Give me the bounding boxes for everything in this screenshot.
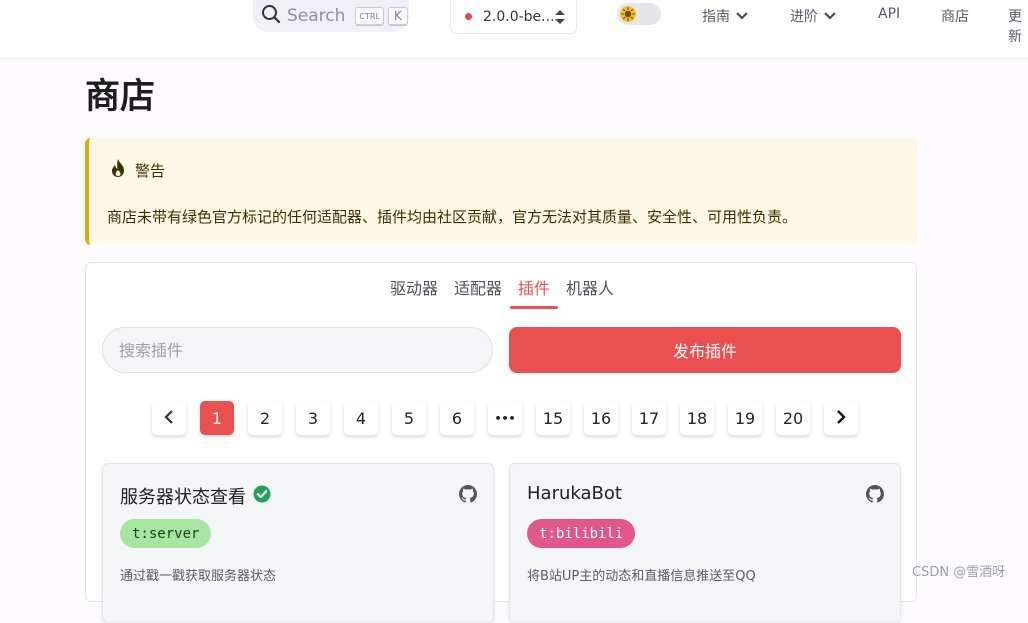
- github-icon[interactable]: [866, 485, 884, 507]
- warning-text: 商店未带有绿色官方标记的任何适配器、插件均由社区贡献，官方无法对其质量、安全性、…: [107, 208, 798, 226]
- nav-advanced-label: 进阶: [790, 9, 818, 25]
- tab-drivers[interactable]: 驱动器: [382, 275, 446, 309]
- nav-store[interactable]: 商店: [941, 6, 969, 26]
- search-label: Search: [287, 6, 346, 26]
- nav-guide-label: 指南: [702, 9, 730, 25]
- search-button[interactable]: Search CTRL K: [253, 0, 409, 32]
- tab-plugins[interactable]: 插件: [510, 275, 559, 309]
- plugin-name: 服务器状态查看: [120, 487, 246, 508]
- page-button-1[interactable]: 1: [200, 401, 234, 435]
- chevron-right-icon: [836, 409, 846, 428]
- page-button-19[interactable]: 19: [728, 401, 762, 435]
- kbd-k: K: [387, 7, 408, 25]
- nav-api-label: API: [878, 6, 901, 22]
- publish-plugin-button[interactable]: 发布插件: [509, 327, 901, 373]
- search-icon: [261, 4, 281, 28]
- page-title: 商店: [85, 77, 156, 117]
- page-button-6[interactable]: 6: [440, 401, 474, 435]
- next-page-button[interactable]: [824, 401, 858, 435]
- warning-admonition: 警告 商店未带有绿色官方标记的任何适配器、插件均由社区贡献，官方无法对其质量、安…: [85, 138, 917, 245]
- theme-toggle[interactable]: [617, 3, 661, 25]
- official-check-icon: [253, 485, 271, 508]
- nav-api[interactable]: API: [878, 6, 900, 22]
- chevron-down-icon: [824, 8, 836, 24]
- chevron-left-icon: [164, 409, 174, 428]
- pagination: 1 2 3 4 5 6 ••• 15 16 17 18 19 20: [152, 401, 858, 435]
- page-button-3[interactable]: 3: [296, 401, 330, 435]
- plugin-tag: t:bilibili: [527, 519, 636, 548]
- store-panel: 驱动器 适配器 插件 机器人 发布插件 1 2 3 4 5 6 ••• 15 1…: [85, 262, 918, 623]
- kbd-ctrl: CTRL: [355, 7, 384, 25]
- nav-store-label: 商店: [941, 9, 969, 25]
- tab-adapters[interactable]: 适配器: [446, 275, 510, 309]
- tab-bots[interactable]: 机器人: [558, 275, 622, 309]
- page-button-17[interactable]: 17: [632, 401, 666, 435]
- watermark: CSDN @雪酒呀: [912, 565, 1006, 580]
- plugin-description: 将B站UP主的动态和直播信息推送至QQ: [527, 569, 756, 584]
- up-down-icon: [554, 8, 566, 30]
- page-button-18[interactable]: 18: [680, 401, 714, 435]
- page-ellipsis-button[interactable]: •••: [488, 401, 522, 435]
- plugin-search-input[interactable]: [102, 327, 493, 373]
- top-navbar: Search CTRL K 2.0.0-be... 指南 进阶 API 商店 更…: [0, 0, 1028, 59]
- store-tabs: 驱动器 适配器 插件 机器人: [86, 275, 918, 309]
- nav-advanced[interactable]: 进阶: [790, 6, 836, 26]
- page-button-20[interactable]: 20: [776, 401, 810, 435]
- page-button-2[interactable]: 2: [248, 401, 282, 435]
- nav-changelog[interactable]: 更新: [1008, 6, 1028, 46]
- warning-title: 警告: [135, 161, 166, 180]
- page-button-5[interactable]: 5: [392, 401, 426, 435]
- chevron-down-icon: [736, 8, 748, 24]
- plugin-card-title: 服务器状态查看: [120, 483, 271, 509]
- page-button-15[interactable]: 15: [536, 401, 570, 435]
- plugin-card[interactable]: HarukaBot t:bilibili 将B站UP主的动态和直播信息推送至QQ: [509, 463, 901, 623]
- fire-icon: [109, 158, 135, 182]
- page-button-16[interactable]: 16: [584, 401, 618, 435]
- github-icon[interactable]: [459, 485, 477, 507]
- plugin-card-title: HarukaBot: [527, 483, 622, 504]
- nav-changelog-label: 更新: [1008, 9, 1022, 45]
- prev-page-button[interactable]: [152, 401, 186, 435]
- plugin-description: 通过戳一戳获取服务器状态: [120, 569, 277, 584]
- sun-icon: [620, 6, 636, 22]
- warning-heading: 警告: [109, 158, 165, 182]
- plugin-name: HarukaBot: [527, 483, 622, 504]
- page-button-4[interactable]: 4: [344, 401, 378, 435]
- version-select[interactable]: 2.0.0-be...: [450, 0, 577, 34]
- version-status-dot: [465, 13, 472, 20]
- plugin-tag: t:server: [120, 519, 212, 548]
- version-label: 2.0.0-be...: [483, 8, 555, 25]
- plugin-card[interactable]: 服务器状态查看 t:server 通过戳一戳获取服务器状态: [102, 463, 494, 623]
- nav-guide[interactable]: 指南: [702, 6, 748, 26]
